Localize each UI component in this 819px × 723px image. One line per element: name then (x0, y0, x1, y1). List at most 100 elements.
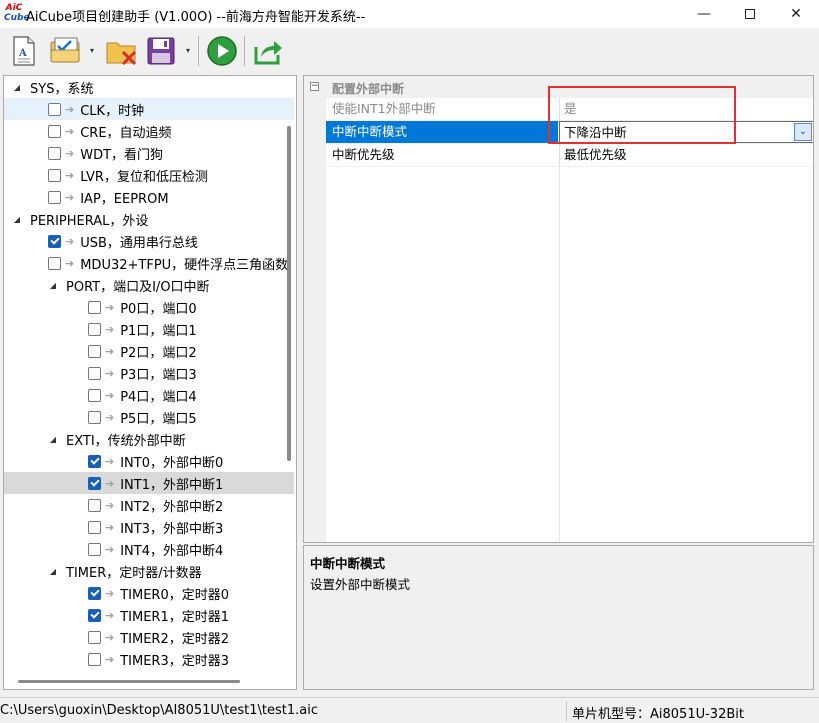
tree-checkbox[interactable] (88, 344, 101, 358)
collapse-icon[interactable]: − (310, 82, 319, 91)
tree-item[interactable]: ➔ TIMER1，定时器1 (4, 604, 294, 626)
new-document-button[interactable]: A (8, 34, 40, 68)
tree-item[interactable]: ◢ SYS，系统 (4, 76, 294, 98)
tree-item[interactable]: ➔ USB，通用串行总线 (4, 230, 294, 252)
tree-item[interactable]: ◢ PERIPHERAL，外设 (4, 208, 294, 230)
tree-item[interactable]: ➔ P5口，端口5 (4, 406, 294, 428)
component-tree[interactable]: ◢ SYS，系统 ➔ CLK，时钟 ➔ CRE，自动追频 ➔ WDT，看门狗 ➔ LVR，复位和低… (3, 75, 297, 690)
arrow-right-icon: ➔ (65, 102, 75, 116)
tree-item[interactable]: ➔ INT0，外部中断0 (4, 450, 294, 472)
tree-item[interactable]: ➔ LVR，复位和低压检测 (4, 164, 294, 186)
tree-item[interactable]: ➔ P1口，端口1 (4, 318, 294, 340)
save-button[interactable] (144, 34, 178, 68)
checklist-button[interactable] (48, 34, 84, 68)
status-separator (566, 701, 567, 721)
tree-checkbox[interactable] (48, 168, 61, 182)
arrow-right-icon: ➔ (105, 520, 115, 534)
tree-checkbox[interactable] (88, 322, 101, 336)
expand-icon[interactable]: ◢ (48, 435, 58, 444)
tree-checkbox[interactable] (48, 146, 61, 160)
tree-item-label: MDU32+TFPU，硬件浮点三角函数 (80, 257, 289, 273)
tree-item[interactable]: ➔ INT1，外部中断1 (4, 472, 294, 494)
close-button[interactable]: ✕ (773, 0, 819, 28)
tree-item[interactable]: ◢ TIMER，定时器/计数器 (4, 560, 294, 582)
app-logo: AiC Cube (4, 3, 30, 25)
tree-item[interactable]: ➔ P4口，端口4 (4, 384, 294, 406)
tree-item[interactable]: ➔ TIMER0，定时器0 (4, 582, 294, 604)
export-button[interactable] (252, 34, 284, 68)
tree-item[interactable]: ➔ INT3，外部中断3 (4, 516, 294, 538)
tree-item[interactable]: ➔ CRE，自动追频 (4, 120, 294, 142)
run-button[interactable] (206, 34, 238, 68)
tree-checkbox[interactable] (88, 300, 101, 314)
tree-item[interactable]: ◢ PORT，端口及I/O口中断 (4, 274, 294, 296)
expand-icon[interactable]: ◢ (48, 567, 58, 576)
arrow-right-icon: ➔ (65, 234, 75, 248)
delete-folder-button[interactable] (104, 34, 140, 68)
tree-item-label: INT1，外部中断1 (120, 477, 224, 493)
tree-checkbox[interactable] (88, 542, 101, 556)
tree-item[interactable]: ◢ EXTI，传统外部中断 (4, 428, 294, 450)
toolbar: A ▾ ▾ (0, 28, 819, 74)
tree-checkbox[interactable] (88, 454, 101, 468)
arrow-right-icon: ➔ (105, 476, 115, 490)
expand-icon[interactable]: ◢ (12, 83, 22, 92)
tree-checkbox[interactable] (48, 124, 61, 138)
category-label: 配置外部中断 (332, 82, 405, 96)
minimize-button[interactable]: — (681, 0, 727, 28)
tree-checkbox[interactable] (88, 366, 101, 380)
maximize-button[interactable] (727, 0, 773, 28)
project-path: C:\Users\guoxin\Desktop\AI8051U\test1\te… (0, 703, 318, 718)
tree-checkbox[interactable] (48, 190, 61, 204)
tree-checkbox[interactable] (88, 520, 101, 534)
tree-checkbox[interactable] (88, 498, 101, 512)
tree-item-label: TIMER，定时器/计数器 (66, 565, 202, 581)
tree-checkbox[interactable] (88, 586, 101, 600)
tree-item[interactable]: ➔ P0口，端口0 (4, 296, 294, 318)
tree-item-label: P4口，端口4 (120, 389, 197, 405)
tree-checkbox[interactable] (88, 476, 101, 490)
tree-item[interactable]: ➔ TIMER3，定时器3 (4, 648, 294, 670)
property-gutter (304, 76, 326, 542)
arrow-right-icon: ➔ (65, 256, 75, 270)
tree-item[interactable]: ➔ IAP，EEPROM (4, 186, 294, 208)
toolbar-separator (198, 36, 199, 66)
tree-checkbox[interactable] (88, 410, 101, 424)
tree-item[interactable]: ➔ TIMER2，定时器2 (4, 626, 294, 648)
tree-item[interactable]: ➔ CLK，时钟 (4, 98, 294, 120)
tree-item[interactable]: ➔ INT4，外部中断4 (4, 538, 294, 560)
save-dropdown-icon[interactable]: ▾ (183, 46, 193, 56)
tree-checkbox[interactable] (48, 234, 61, 248)
tree-checkbox[interactable] (88, 388, 101, 402)
tree-item[interactable]: ➔ P2口，端口2 (4, 340, 294, 362)
expand-icon[interactable]: ◢ (48, 281, 58, 290)
checklist-dropdown-icon[interactable]: ▾ (87, 46, 97, 56)
tree-item[interactable]: ➔ P3口，端口3 (4, 362, 294, 384)
tree-item-label: CLK，时钟 (80, 103, 145, 119)
chevron-down-icon[interactable]: ⌄ (794, 123, 812, 141)
arrow-right-icon: ➔ (105, 300, 115, 314)
tree-checkbox[interactable] (88, 652, 101, 666)
tree-checkbox[interactable] (48, 256, 61, 270)
property-value[interactable]: 最低优先级 (559, 144, 813, 166)
tree-checkbox[interactable] (48, 102, 61, 116)
arrow-right-icon: ➔ (105, 322, 115, 336)
vertical-scrollbar[interactable] (287, 126, 291, 461)
horizontal-scrollbar[interactable] (18, 680, 240, 683)
highlight-box (548, 86, 736, 144)
play-icon (207, 36, 237, 66)
tree-item[interactable]: ➔ MDU32+TFPU，硬件浮点三角函数 (4, 252, 294, 274)
property-row-priority[interactable]: 中断优先级 最低优先级 (326, 144, 813, 167)
tree-checkbox[interactable] (88, 608, 101, 622)
tree-checkbox[interactable] (88, 630, 101, 644)
folder-delete-icon (106, 42, 137, 66)
tree-item-label: INT2，外部中断2 (120, 499, 224, 515)
arrow-right-icon: ➔ (105, 344, 115, 358)
export-icon (254, 41, 282, 65)
svg-text:A: A (18, 48, 27, 59)
app-logo-line2: Cube (4, 13, 30, 23)
expand-icon[interactable]: ◢ (12, 215, 22, 224)
tree-item[interactable]: ➔ INT2，外部中断2 (4, 494, 294, 516)
tree-item[interactable]: ➔ WDT，看门狗 (4, 142, 294, 164)
property-grid[interactable]: − 配置外部中断 使能INT1外部中断 是 中断中断模式 下降沿中断 ⌄ 中断优… (303, 75, 814, 543)
